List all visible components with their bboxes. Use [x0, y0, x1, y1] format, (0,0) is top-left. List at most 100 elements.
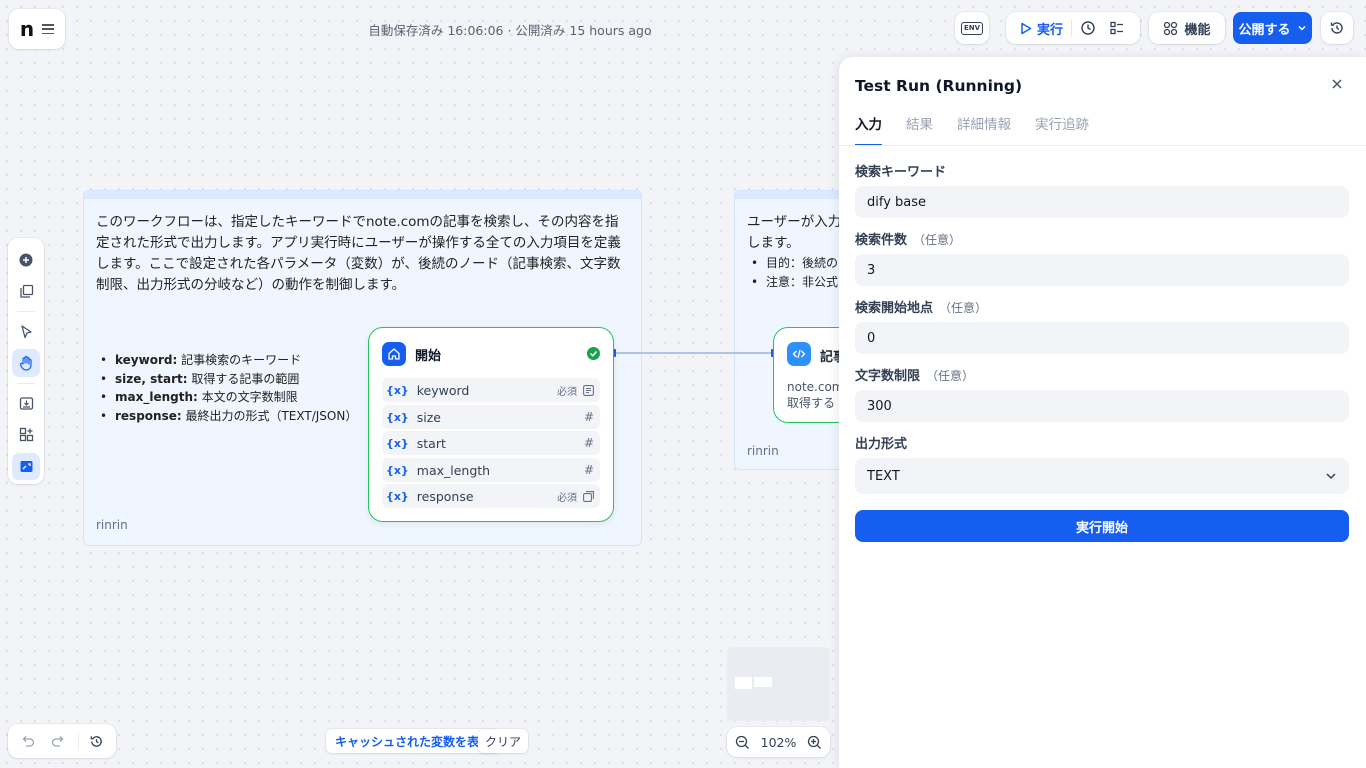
logo: n — [19, 17, 35, 41]
add-node-icon[interactable] — [12, 246, 40, 273]
test-run-panel: Test Run (Running) 入力 結果 詳細情報 実行追跡 検索キーワ… — [839, 57, 1366, 768]
max-length-input[interactable]: 300 — [855, 390, 1349, 422]
variable-row[interactable]: {x} size # — [382, 405, 600, 429]
variable-row[interactable]: {x} response 必須 — [382, 484, 600, 508]
canvas-toolbar — [8, 238, 44, 484]
autosave-status: 自動保存済み 16:06:06 · 公開済み 15 hours ago — [368, 23, 652, 38]
field-label: 文字数制限 （任意） — [855, 369, 975, 384]
size-input[interactable]: 3 — [855, 254, 1349, 286]
variable-name: keyword — [416, 382, 470, 398]
minimap-toggle-icon[interactable] — [12, 452, 40, 481]
publish-button[interactable]: 公開する — [1233, 12, 1312, 44]
env-icon: ENV — [960, 21, 984, 35]
list-item: keyword: 記事検索のキーワード — [98, 351, 357, 370]
required-badge: 必須 — [557, 492, 577, 504]
version-history-button[interactable] — [1321, 12, 1353, 44]
field-label: 検索キーワード — [855, 165, 947, 180]
variable-name: response — [416, 488, 474, 504]
success-check-icon — [587, 347, 600, 360]
play-icon[interactable] — [1020, 22, 1032, 35]
note-text: このワークフローは、指定したキーワードでnote.comの記事を検索し、その内容… — [96, 214, 621, 293]
undo-redo-controls — [8, 724, 116, 758]
note-header — [84, 191, 641, 199]
divider — [839, 145, 1366, 146]
node-description: note.com 取得する — [787, 380, 844, 410]
variable-name: max_length — [416, 462, 491, 478]
variable-row[interactable]: {x} keyword 必須 — [382, 378, 600, 402]
tab-details[interactable]: 詳細情報 — [957, 113, 1011, 146]
zoom-out-icon[interactable] — [735, 735, 750, 750]
minimap-node — [735, 677, 752, 689]
menu-icon[interactable] — [42, 24, 55, 34]
variable-icon: {x} — [386, 383, 409, 397]
clear-button[interactable]: クリア — [478, 729, 529, 753]
tab-result[interactable]: 結果 — [906, 113, 933, 146]
variable-icon: {x} — [386, 489, 409, 503]
divider — [1071, 19, 1073, 37]
node-header: 開始 — [382, 342, 441, 366]
edge-connector[interactable] — [614, 352, 772, 354]
minimap-node — [754, 677, 772, 687]
features-label: 機能 — [1184, 22, 1211, 38]
start-run-button[interactable]: 実行開始 — [855, 510, 1349, 542]
minimap[interactable] — [727, 647, 830, 721]
divider — [17, 310, 35, 312]
field-label: 検索開始地点 （任意） — [855, 301, 988, 316]
history-icon — [1329, 20, 1345, 36]
field-label: 出力形式 — [855, 437, 908, 452]
required-badge: 必須 — [557, 386, 577, 398]
list-item: response: 最終出力の形式（TEXT/JSON） — [98, 407, 357, 426]
text-type-icon — [583, 384, 594, 396]
undo-icon[interactable] — [16, 728, 39, 754]
run-button[interactable]: 実行 — [1037, 19, 1063, 38]
close-icon[interactable] — [1328, 75, 1346, 93]
features-button[interactable]: 機能 — [1149, 12, 1225, 44]
show-cached-variables-button[interactable]: キャッシュされた変数を表示 — [326, 729, 501, 753]
publish-label: 公開する — [1238, 22, 1291, 38]
response-select[interactable]: TEXT — [855, 458, 1349, 494]
note-header — [735, 191, 853, 199]
tab-input[interactable]: 入力 — [855, 113, 882, 146]
export-image-icon[interactable] — [12, 390, 40, 417]
list-item: 注意：非公式 — [749, 273, 838, 292]
variable-row[interactable]: {x} start # — [382, 431, 600, 455]
list-item: size, start: 取得する記事の範囲 — [98, 370, 357, 389]
number-type-icon: # — [583, 410, 594, 424]
add-note-icon[interactable] — [12, 277, 40, 304]
select-value: TEXT — [867, 468, 900, 484]
checklist-icon[interactable] — [1110, 21, 1124, 35]
hand-icon[interactable] — [12, 349, 40, 377]
zoom-level[interactable]: 102% — [761, 735, 797, 750]
panel-tabs: 入力 結果 詳細情報 実行追跡 — [855, 113, 1089, 146]
tab-trace[interactable]: 実行追跡 — [1035, 113, 1089, 146]
variable-icon: {x} — [386, 436, 409, 450]
start-input[interactable]: 0 — [855, 322, 1349, 354]
run-group: 実行 — [1006, 12, 1140, 44]
number-type-icon: # — [583, 463, 594, 477]
zoom-in-icon[interactable] — [807, 735, 822, 750]
chevron-down-icon — [1297, 23, 1307, 33]
note-list: 目的：後続の 注意：非公式 — [749, 254, 838, 291]
chevron-down-icon — [1325, 470, 1337, 482]
code-icon — [787, 342, 811, 366]
note-author: rinrin — [96, 518, 128, 532]
variable-name: start — [416, 435, 446, 451]
node-title: 開始 — [415, 348, 442, 364]
number-type-icon: # — [583, 436, 594, 450]
variable-row[interactable]: {x} max_length # — [382, 458, 600, 482]
list-item: 目的：後続の — [749, 254, 838, 273]
env-button[interactable]: ENV — [955, 12, 989, 44]
checklist-clock-icon[interactable] — [1080, 20, 1096, 36]
redo-icon[interactable] — [47, 728, 70, 754]
select-type-icon — [583, 490, 594, 502]
variable-name: size — [416, 409, 442, 425]
panel-title: Test Run (Running) — [855, 77, 1023, 95]
note-list: keyword: 記事検索のキーワード size, start: 取得する記事の… — [98, 351, 357, 425]
start-node[interactable]: 開始 {x} keyword 必須 {x} size # {x} start #… — [368, 327, 614, 522]
organize-icon[interactable] — [12, 421, 40, 448]
history-icon[interactable] — [85, 728, 108, 754]
divider — [78, 733, 79, 749]
app-logo-menu[interactable]: n — [9, 9, 65, 49]
pointer-icon[interactable] — [12, 318, 40, 345]
keyword-input[interactable]: dify base — [855, 186, 1349, 218]
